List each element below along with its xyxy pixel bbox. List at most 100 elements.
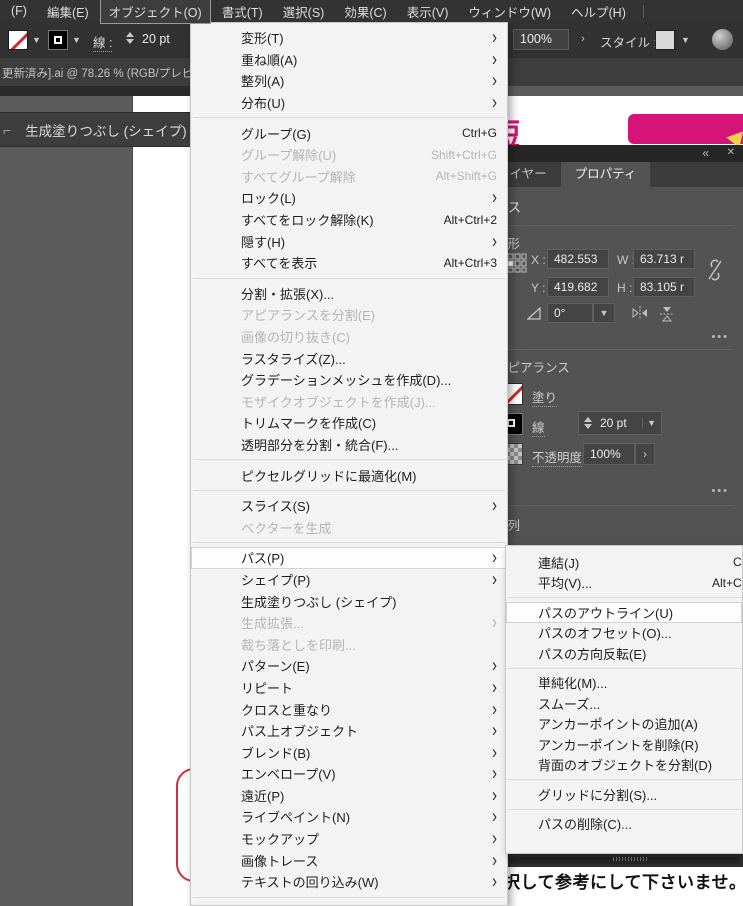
w-field[interactable]: 63.713 r bbox=[633, 249, 695, 269]
menubar-item[interactable]: 表示(V) bbox=[398, 0, 458, 24]
stroke-color-swatch[interactable] bbox=[48, 30, 68, 50]
menu-item[interactable]: トリムマークを作成(C) bbox=[191, 412, 507, 434]
menu-item[interactable]: すべてを表示Alt+Ctrl+3 bbox=[191, 252, 507, 274]
menubar-item[interactable]: ウィンドウ(W) bbox=[459, 0, 560, 24]
menu-item[interactable]: スムーズ... bbox=[506, 693, 742, 714]
opacity-options-button[interactable]: › bbox=[575, 29, 591, 50]
style-swatch[interactable] bbox=[655, 30, 675, 50]
menu-item[interactable]: グループ(G)Ctrl+G bbox=[191, 122, 507, 144]
menu-item[interactable]: 変形(T)› bbox=[191, 27, 507, 49]
menu-item[interactable]: パス上オブジェクト› bbox=[191, 720, 507, 742]
menu-item[interactable]: アンカーポイントを削除(R) bbox=[506, 734, 742, 755]
menubar-item[interactable]: (F) bbox=[2, 1, 36, 21]
menu-item[interactable]: 連結(J)Ct bbox=[506, 552, 742, 573]
menubar-item[interactable]: 書式(T) bbox=[213, 0, 272, 24]
x-field[interactable]: 482.553 bbox=[547, 249, 609, 269]
menubar-item[interactable]: オブジェクト(O) bbox=[100, 0, 211, 24]
menu-item[interactable]: 背面のオブジェクトを分割(D) bbox=[506, 755, 742, 776]
stepper-up-icon[interactable] bbox=[126, 32, 134, 37]
menu-item[interactable]: パスの削除(C)... bbox=[506, 814, 742, 835]
tab-properties[interactable]: プロパティ bbox=[561, 162, 651, 187]
stroke-dropdown-chevron-icon[interactable]: ▼ bbox=[72, 35, 81, 45]
menu-item[interactable]: 透明部分を分割・統合(F)... bbox=[191, 434, 507, 456]
fill-dropdown-chevron-icon[interactable]: ▼ bbox=[32, 35, 41, 45]
menu-item[interactable]: 分割・拡張(X)... bbox=[191, 283, 507, 305]
rotate-angle-field[interactable]: 0° bbox=[547, 303, 593, 323]
menu-item[interactable]: 整列(A)› bbox=[191, 70, 507, 92]
submenu-arrow-icon: › bbox=[492, 742, 497, 762]
stroke-weight-value[interactable]: 20 pt bbox=[600, 416, 642, 430]
link-dimensions-icon[interactable] bbox=[705, 257, 725, 283]
menu-item[interactable]: アンカーポイントの追加(A) bbox=[506, 714, 742, 735]
menu-item[interactable]: シェイプ(P)› bbox=[191, 569, 507, 591]
menu-item[interactable]: 単純化(M)... bbox=[506, 673, 742, 694]
menu-item[interactable]: 平均(V)...Alt+Ct bbox=[506, 573, 742, 594]
scrollbar-grip[interactable] bbox=[613, 857, 647, 861]
fill-label[interactable]: 塗り bbox=[532, 387, 557, 407]
close-panel-icon[interactable]: ✕ bbox=[727, 147, 735, 158]
menu-item[interactable]: モックアップ› bbox=[191, 828, 507, 850]
generative-fill-button[interactable]: 生成塗りつぶし (シェイプ) bbox=[11, 120, 200, 140]
stroke-weight-stepper[interactable] bbox=[584, 417, 592, 429]
y-field[interactable]: 419.682 bbox=[547, 277, 609, 297]
style-dropdown-chevron-icon[interactable]: ▼ bbox=[681, 35, 690, 45]
horizontal-scrollbar[interactable] bbox=[505, 853, 743, 867]
menu-item[interactable]: パスのアウトライン(U) bbox=[506, 602, 742, 623]
flip-vertical-icon[interactable] bbox=[659, 305, 675, 323]
angle-dropdown-chevron-icon[interactable]: ▼ bbox=[593, 303, 615, 323]
stepper-down-icon[interactable] bbox=[584, 424, 592, 429]
menu-item[interactable]: テキストの回り込み(W)› bbox=[191, 871, 507, 893]
stroke-weight-label[interactable]: 線 : bbox=[93, 32, 112, 52]
menu-item[interactable]: 隠す(H)› bbox=[191, 230, 507, 252]
opacity-options-button[interactable]: › bbox=[635, 443, 655, 465]
h-label: H : bbox=[617, 281, 632, 295]
menubar-item[interactable]: 編集(E) bbox=[38, 0, 98, 24]
collapse-panel-icon[interactable]: « bbox=[702, 146, 709, 160]
stroke-weight-chevron-icon[interactable]: ▼ bbox=[642, 418, 656, 428]
color-wheel-icon[interactable] bbox=[712, 29, 733, 50]
menu-item[interactable]: パスのオフセット(O)... bbox=[506, 623, 742, 644]
menu-item-label: モックアップ bbox=[241, 829, 484, 848]
reference-point-grid-icon[interactable] bbox=[507, 253, 527, 273]
menubar-item[interactable]: 選択(S) bbox=[274, 0, 334, 24]
stroke-weight-stepper[interactable] bbox=[126, 32, 134, 44]
menu-item[interactable]: クロスと重なり› bbox=[191, 698, 507, 720]
menu-item[interactable]: すべてをロック解除(K)Alt+Ctrl+2 bbox=[191, 209, 507, 231]
pasteboard bbox=[0, 96, 133, 906]
submenu-arrow-icon: › bbox=[492, 678, 497, 698]
menu-item[interactable]: パス(P)› bbox=[191, 547, 507, 569]
opacity-label[interactable]: 不透明度 bbox=[532, 447, 582, 467]
menu-item[interactable]: パターン(E)› bbox=[191, 655, 507, 677]
appearance-more-options[interactable]: ••• bbox=[711, 485, 729, 497]
fill-none-swatch[interactable] bbox=[8, 30, 28, 50]
menu-item[interactable]: ロック(L)› bbox=[191, 187, 507, 209]
menu-item[interactable]: エンベロープ(V)› bbox=[191, 763, 507, 785]
opacity-field[interactable]: 100% bbox=[513, 29, 569, 50]
menu-item[interactable]: 遠近(P)› bbox=[191, 785, 507, 807]
menu-item[interactable]: グラデーションメッシュを作成(D)... bbox=[191, 369, 507, 391]
menubar-item[interactable]: ヘルプ(H) bbox=[562, 0, 635, 24]
menu-item[interactable]: パスの方向反転(E) bbox=[506, 643, 742, 664]
menu-item[interactable]: ラスタライズ(Z)... bbox=[191, 347, 507, 369]
menu-item[interactable]: グリッドに分割(S)... bbox=[506, 784, 742, 805]
stroke-weight-control[interactable]: 20 pt ▼ bbox=[578, 411, 662, 435]
stepper-down-icon[interactable] bbox=[126, 39, 134, 44]
opacity-field[interactable]: 100% bbox=[583, 443, 635, 465]
menu-item[interactable]: 分布(U)› bbox=[191, 92, 507, 114]
menu-item[interactable]: スライス(S)› bbox=[191, 495, 507, 517]
stroke-label[interactable]: 線 bbox=[532, 417, 545, 437]
transform-more-options[interactable]: ••• bbox=[711, 331, 729, 343]
menu-item[interactable]: ピクセルグリッドに最適化(M) bbox=[191, 464, 507, 486]
stroke-weight-value[interactable]: 20 pt bbox=[142, 32, 170, 46]
flip-horizontal-icon[interactable] bbox=[631, 305, 649, 321]
stepper-up-icon[interactable] bbox=[584, 417, 592, 422]
menu-item[interactable]: 画像トレース› bbox=[191, 849, 507, 871]
menu-item[interactable]: 生成塗りつぶし (シェイプ) bbox=[191, 590, 507, 612]
document-tab-title[interactable]: 更新済み].ai @ 78.26 % (RGB/プレビュー bbox=[2, 65, 216, 81]
h-field[interactable]: 83.105 r bbox=[633, 277, 695, 297]
menu-item[interactable]: リピート› bbox=[191, 677, 507, 699]
menu-item[interactable]: ライブペイント(N)› bbox=[191, 806, 507, 828]
menubar-item[interactable]: 効果(C) bbox=[335, 0, 395, 24]
menu-item[interactable]: 重ね順(A)› bbox=[191, 49, 507, 71]
menu-item[interactable]: ブレンド(B)› bbox=[191, 741, 507, 763]
